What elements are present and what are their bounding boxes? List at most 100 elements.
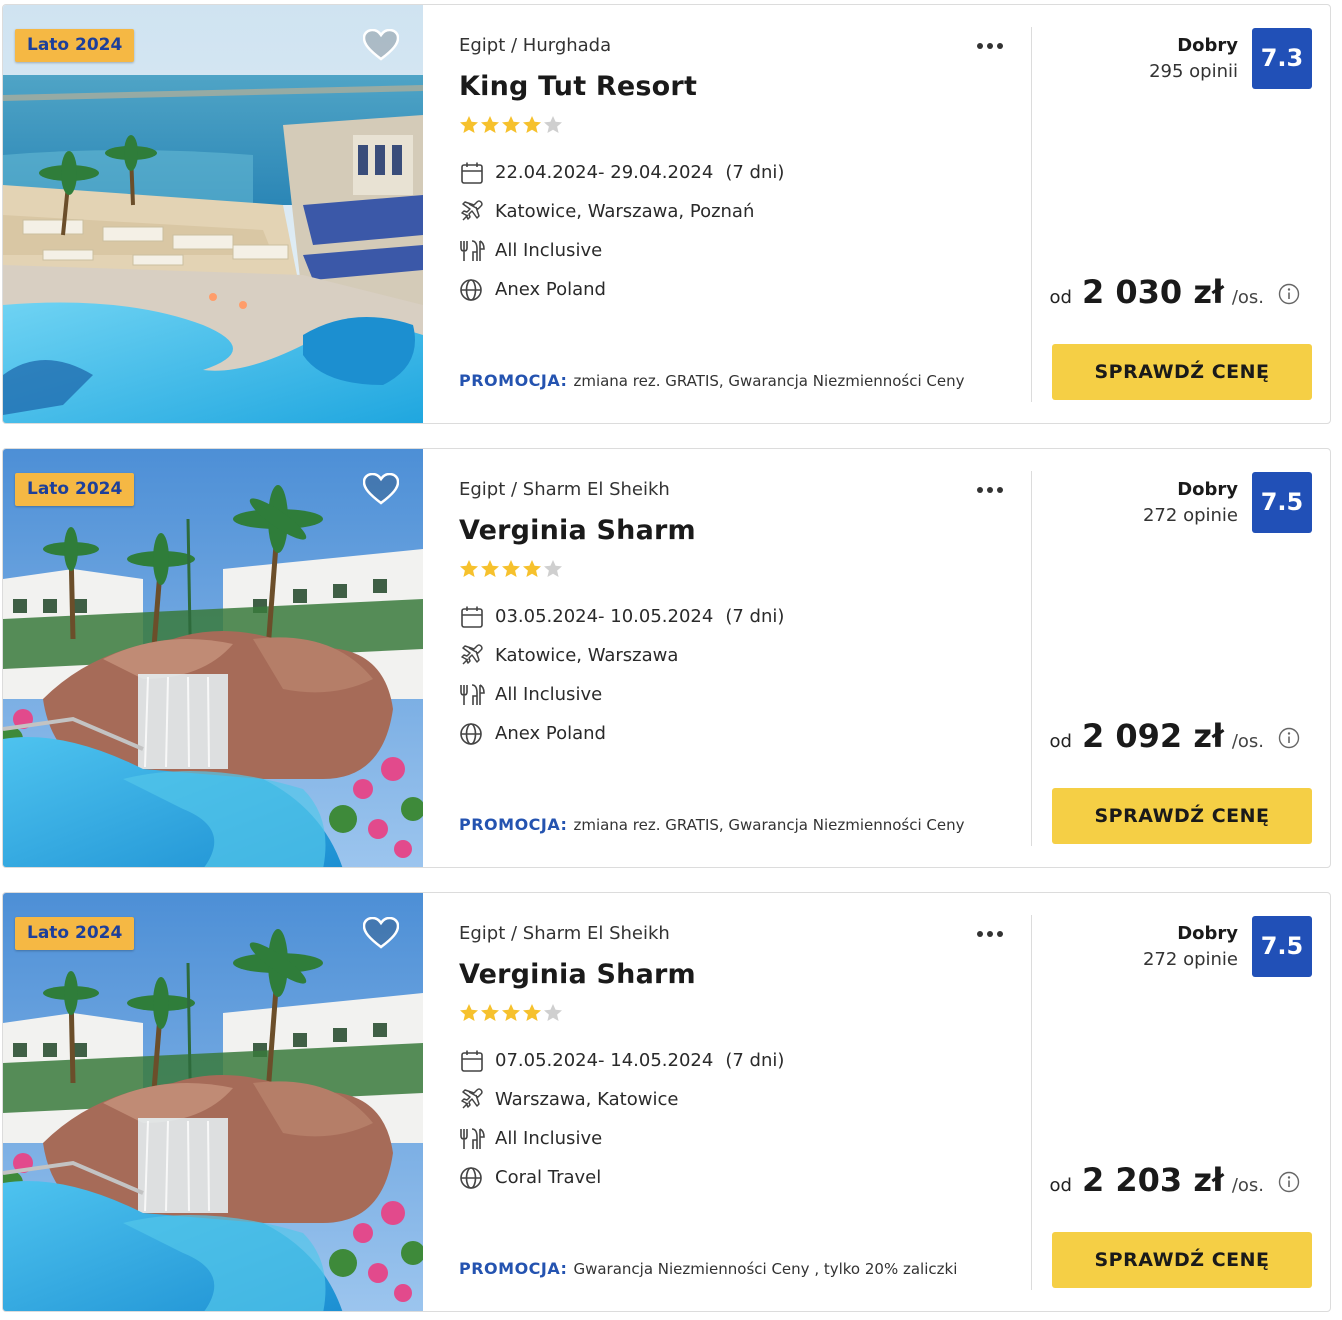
reviews-count[interactable]: 272 opinie: [1143, 505, 1238, 526]
star-icon: [523, 116, 541, 133]
score-badge: 7.3: [1252, 28, 1312, 89]
reviews-count[interactable]: 272 opinie: [1143, 949, 1238, 970]
info-icon[interactable]: [1278, 1171, 1300, 1193]
board-text: All Inclusive: [495, 684, 603, 705]
promo-text: zmiana rez. GRATIS, Gwarancja Niezmienno…: [573, 816, 965, 834]
heart-icon[interactable]: [363, 473, 399, 505]
star-icon: [502, 116, 520, 133]
cutlery-icon: [460, 239, 485, 261]
check-price-button[interactable]: SPRAWDŹ CENĘ: [1052, 1232, 1312, 1288]
feature-dates: 03.05.2024- 10.05.2024 (7 dni): [459, 597, 1019, 636]
check-price-button[interactable]: SPRAWDŹ CENĘ: [1052, 344, 1312, 400]
info-icon[interactable]: [1278, 283, 1300, 305]
hotel-name[interactable]: King Tut Resort: [459, 71, 697, 102]
promo-text: zmiana rez. GRATIS, Gwarancja Niezmienno…: [573, 372, 965, 390]
hotel-photo[interactable]: Lato 2024: [3, 5, 423, 423]
operator-text: Anex Poland: [495, 279, 606, 300]
offer-card[interactable]: Lato 2024 Egipt / Sharm El Sheikh Vergin…: [2, 892, 1331, 1312]
feature-departures: Warszawa, Katowice: [459, 1080, 1019, 1119]
star-icon: [460, 560, 478, 577]
offer-features: 03.05.2024- 10.05.2024 (7 dni) Katowice,…: [459, 597, 1019, 753]
info-icon[interactable]: [1278, 727, 1300, 749]
divider: [1031, 27, 1032, 402]
globe-icon: [460, 722, 482, 745]
star-icon: [481, 1004, 499, 1021]
season-badge: Lato 2024: [15, 473, 135, 506]
pool-waterfall-image: [3, 449, 423, 867]
dates-text: 03.05.2024- 10.05.2024: [495, 606, 714, 627]
offer-card[interactable]: Lato 2024 Egipt / Hurghada King Tut Reso…: [2, 4, 1331, 424]
feature-operator: Coral Travel: [459, 1158, 1019, 1197]
star-icon: [544, 116, 562, 133]
calendar-icon: [461, 1050, 483, 1072]
price-prefix: od: [1049, 1175, 1072, 1196]
rating-word: Dobry: [1177, 923, 1238, 944]
departures-text: Katowice, Warszawa: [495, 645, 679, 666]
calendar-icon: [461, 606, 483, 628]
star-icon: [481, 116, 499, 133]
location-breadcrumb[interactable]: Egipt / Hurghada: [459, 35, 611, 56]
globe-icon: [460, 278, 482, 301]
board-text: All Inclusive: [495, 1128, 603, 1149]
feature-departures: Katowice, Warszawa: [459, 636, 1019, 675]
rating-word: Dobry: [1177, 35, 1238, 56]
plane-icon: [461, 1087, 483, 1109]
stars-icon: [460, 1004, 562, 1021]
star-icon: [460, 1004, 478, 1021]
hotel-name[interactable]: Verginia Sharm: [459, 515, 696, 546]
price: od 2 092 zł /os.: [1050, 717, 1300, 767]
resort-beach-pool-image: [3, 5, 423, 423]
duration-text: (7 dni): [725, 1050, 785, 1071]
stars-icon: [460, 560, 562, 577]
cutlery-icon: [460, 1127, 485, 1149]
heart-icon[interactable]: [363, 917, 399, 949]
star-icon: [544, 1004, 562, 1021]
dates-text: 22.04.2024- 29.04.2024: [495, 162, 714, 183]
more-dots-icon[interactable]: [975, 35, 1005, 57]
offer-list: Lato 2024 Egipt / Hurghada King Tut Reso…: [0, 0, 1342, 1320]
score-badge: 7.5: [1252, 472, 1312, 533]
promo-text: Gwarancja Niezmienności Ceny , tylko 20%…: [573, 1260, 958, 1278]
duration-text: (7 dni): [725, 606, 785, 627]
more-dots-icon[interactable]: [975, 479, 1005, 501]
check-price-button[interactable]: SPRAWDŹ CENĘ: [1052, 788, 1312, 844]
heart-icon[interactable]: [363, 29, 399, 61]
offer-info: Egipt / Sharm El Sheikh Verginia Sharm 0…: [459, 449, 1019, 867]
hotel-name[interactable]: Verginia Sharm: [459, 959, 696, 990]
feature-operator: Anex Poland: [459, 270, 1019, 309]
feature-dates: 22.04.2024- 29.04.2024 (7 dni): [459, 153, 1019, 192]
star-icon: [544, 560, 562, 577]
offer-info: Egipt / Sharm El Sheikh Verginia Sharm 0…: [459, 893, 1019, 1311]
star-rating: [459, 115, 563, 135]
price-suffix: /os.: [1231, 731, 1264, 752]
reviews-count[interactable]: 295 opinii: [1149, 61, 1238, 82]
operator-text: Coral Travel: [495, 1167, 602, 1188]
stars-icon: [460, 116, 562, 133]
season-badge: Lato 2024: [15, 29, 135, 62]
price: od 2 203 zł /os.: [1050, 1161, 1300, 1211]
offer-features: 22.04.2024- 29.04.2024 (7 dni) Katowice,…: [459, 153, 1019, 309]
feature-board: All Inclusive: [459, 1119, 1019, 1158]
promo-label: PROMOCJA:: [459, 1259, 568, 1278]
star-icon: [481, 560, 499, 577]
feature-dates: 07.05.2024- 14.05.2024 (7 dni): [459, 1041, 1019, 1080]
promotion: PROMOCJA: zmiana rez. GRATIS, Gwarancja N…: [459, 371, 965, 390]
offer-info: Egipt / Hurghada King Tut Resort 22.04.2…: [459, 5, 1019, 423]
star-rating: [459, 559, 563, 579]
price-prefix: od: [1049, 731, 1072, 752]
hotel-photo[interactable]: Lato 2024: [3, 893, 423, 1311]
calendar-icon: [461, 162, 483, 184]
promo-label: PROMOCJA:: [459, 815, 568, 834]
plane-icon: [461, 199, 483, 221]
offer-card[interactable]: Lato 2024 Egipt / Sharm El Sheikh Vergin…: [2, 448, 1331, 868]
promotion: PROMOCJA: Gwarancja Niezmienności Ceny , …: [459, 1259, 957, 1278]
price-value: 2 030 zł: [1081, 273, 1224, 311]
more-dots-icon[interactable]: [975, 923, 1005, 945]
dates-text: 07.05.2024- 14.05.2024: [495, 1050, 714, 1071]
location-breadcrumb[interactable]: Egipt / Sharm El Sheikh: [459, 479, 670, 500]
star-icon: [523, 560, 541, 577]
feature-departures: Katowice, Warszawa, Poznań: [459, 192, 1019, 231]
location-breadcrumb[interactable]: Egipt / Sharm El Sheikh: [459, 923, 670, 944]
hotel-photo[interactable]: Lato 2024: [3, 449, 423, 867]
price-prefix: od: [1049, 287, 1072, 308]
